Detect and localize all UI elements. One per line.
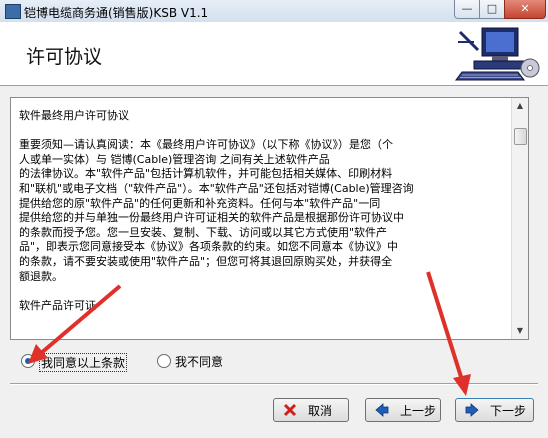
divider [10,383,538,385]
scrollbar-thumb[interactable] [514,128,527,145]
back-button[interactable]: 上一步 [365,398,441,422]
computer-icon [455,27,540,81]
close-button[interactable]: ✕ [504,0,546,19]
window-title: 铠博电缆商务通(销售版)KSB V1.1 [24,6,209,20]
agree-radio-button[interactable] [21,354,35,368]
next-button-label: 下一步 [490,404,527,418]
cancel-button[interactable]: 取消 [273,398,349,422]
disagree-radio-label[interactable]: 我不同意 [175,353,223,370]
minimize-button[interactable]: — [454,0,480,19]
vertical-scrollbar[interactable]: ▲ ▼ [511,98,528,339]
arrow-left-icon [375,403,389,417]
disagree-radio-button[interactable] [157,354,171,368]
disagree-radio-option[interactable]: 我不同意 [157,352,237,370]
back-button-label: 上一步 [400,404,437,418]
agree-radio-option[interactable]: 我同意以上条款 [21,352,131,372]
license-text-area[interactable]: 软件最终用户许可协议 重要须知—请认真阅读：本《最终用户许可协议》（以下称《协议… [10,97,529,340]
agree-radio-label[interactable]: 我同意以上条款 [39,353,128,372]
arrow-right-icon [465,403,479,417]
license-text: 软件最终用户许可协议 重要须知—请认真阅读：本《最终用户许可协议》（以下称《协议… [19,109,414,312]
cancel-x-icon [283,403,297,417]
scroll-down-icon[interactable]: ▼ [512,323,528,339]
title-bar: 铠博电缆商务通(销售版)KSB V1.1 — □ ✕ [0,0,548,23]
app-icon [5,4,21,19]
scroll-up-icon[interactable]: ▲ [512,98,528,114]
cancel-button-label: 取消 [308,404,333,418]
page-title: 许可协议 [26,46,103,68]
wizard-header: 许可协议 [0,22,548,86]
next-button[interactable]: 下一步 [455,398,534,422]
maximize-button[interactable]: □ [479,0,505,19]
installer-window: 铠博电缆商务通(销售版)KSB V1.1 — □ ✕ 许可协议 软件最终用户许可… [0,0,548,438]
